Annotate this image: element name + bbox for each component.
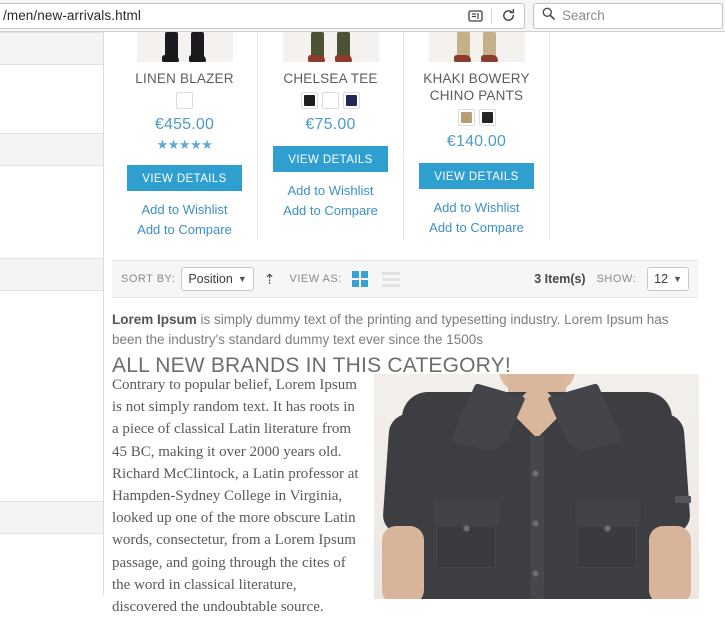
address-bar-icons [464,4,519,28]
view-details-button[interactable]: VIEW DETAILS [273,146,388,172]
color-swatch[interactable] [176,92,193,109]
color-swatch[interactable] [301,92,318,109]
sidebar-size-option[interactable]: L (2) [0,331,93,363]
chevron-down-icon: ▼ [237,274,247,284]
category-description: Lorem Ipsum is simply dummy text of the … [112,310,702,378]
sidebar-filter-option[interactable]: (1) [0,98,93,123]
sort-ascending-arrow-icon[interactable]: ⇡ [264,271,276,288]
url-text: /men/new-arrivals.html [3,8,141,23]
product-action-links: Add to Wishlist Add to Compare [406,198,547,238]
view-details-button[interactable]: VIEW DETAILS [419,163,534,189]
sidebar-block-title-2 [0,133,103,166]
product-name[interactable]: CHELSEA TEE [260,70,401,87]
add-to-wishlist-link[interactable]: Add to Wishlist [114,200,255,220]
browser-search-box[interactable]: Search [533,2,723,29]
product-card[interactable]: KHAKI BOWERY CHINO PANTS €140.00 VIEW DE… [404,32,550,240]
sidebar-size-option[interactable]: S (2) [0,299,93,331]
main-column: LINEN BLAZER €455.00 ★★★★★ VIEW DETAILS … [105,32,725,615]
category-banner-photo [374,374,699,599]
sidebar-filter-option[interactable]: 1) [0,73,93,98]
search-input[interactable]: Search [562,8,605,23]
add-to-compare-link[interactable]: Add to Compare [260,201,401,221]
reload-icon[interactable] [497,5,519,27]
product-action-links: Add to Wishlist Add to Compare [114,200,255,240]
show-label: SHOW: [596,273,637,285]
product-name[interactable]: LINEN BLAZER [114,70,255,87]
filter-sidebar: H 1) (1) S (2) L (2) 28 [0,32,104,595]
product-thumbnail[interactable] [136,32,233,62]
product-card[interactable]: LINEN BLAZER €455.00 ★★★★★ VIEW DETAILS … [112,32,258,240]
sidebar-size-filter-list: S (2) L (2) 28 (1) 31 (1) 34 (1) 38 (1) [0,291,103,501]
product-price: €75.00 [305,116,356,133]
sidebar-block-title-4 [0,501,103,534]
add-to-wishlist-link[interactable]: Add to Wishlist [260,181,401,201]
page-content: H 1) (1) S (2) L (2) 28 [0,32,725,615]
color-swatch[interactable] [457,109,475,126]
product-action-links: Add to Wishlist Add to Compare [260,181,401,221]
show-per-page-select[interactable]: 12 ▼ [647,267,689,291]
search-icon [542,7,555,25]
category-lead-paragraph: Lorem Ipsum is simply dummy text of the … [112,310,702,350]
color-swatch[interactable] [343,92,360,109]
sidebar-size-option[interactable]: 31 (1) [0,395,93,427]
list-view-icon[interactable] [381,271,400,287]
lead-bold-text: Lorem Ipsum [112,312,197,327]
color-swatch[interactable] [322,92,339,109]
category-body: Contrary to popular belief, Lorem Ipsum … [112,374,702,618]
item-count-label: 3 Item(s) [534,272,586,286]
chevron-down-icon: ▼ [673,274,682,284]
product-price: €455.00 [154,116,215,133]
sidebar-size-option[interactable]: 28 (1) [0,363,93,395]
address-bar[interactable]: /men/new-arrivals.html [0,2,525,29]
sidebar-block-title-1: H [0,32,103,65]
sort-by-select[interactable]: Position ▼ [181,267,254,291]
toolbar-divider [491,7,492,24]
sidebar-block-title-3 [0,258,103,291]
grid-view-icon[interactable] [351,271,368,287]
product-color-swatches [114,92,255,109]
view-as-label: VIEW AS: [289,273,342,285]
color-swatch[interactable] [478,109,496,126]
view-details-button[interactable]: VIEW DETAILS [127,165,242,191]
sort-by-value: Position [188,272,233,286]
sidebar-block-body-1: 1) (1) [0,65,103,133]
browser-toolbar: /men/new-arrivals.html Search [0,0,725,32]
add-to-compare-link[interactable]: Add to Compare [114,220,255,240]
product-thumbnail[interactable] [282,32,379,62]
product-grid: LINEN BLAZER €455.00 ★★★★★ VIEW DETAILS … [112,32,698,240]
add-to-compare-link[interactable]: Add to Compare [406,218,547,238]
add-to-wishlist-link[interactable]: Add to Wishlist [406,198,547,218]
category-body-text: Contrary to popular belief, Lorem Ipsum … [112,377,359,616]
product-color-swatches [406,109,547,126]
product-price: €140.00 [446,133,507,150]
sidebar-block-body-2 [0,166,103,258]
toolbar-right-group: 3 Item(s) SHOW: 12 ▼ [534,267,689,291]
product-color-swatches [260,92,401,109]
show-per-page-value: 12 [654,272,669,286]
sidebar-size-option[interactable]: 38 (1) [0,459,93,491]
reader-mode-icon[interactable] [464,5,486,27]
product-list-toolbar: SORT BY: Position ▼ ⇡ VIEW AS: 3 Item(s)… [112,260,698,298]
product-thumbnail[interactable] [428,32,525,62]
sidebar-size-option[interactable]: 34 (1) [0,427,93,459]
product-rating-stars: ★★★★★ [156,137,213,152]
product-name[interactable]: KHAKI BOWERY CHINO PANTS [406,70,547,104]
sort-by-label: SORT BY: [121,273,176,285]
product-card[interactable]: CHELSEA TEE €75.00 VIEW DETAILS Add to W… [258,32,404,240]
